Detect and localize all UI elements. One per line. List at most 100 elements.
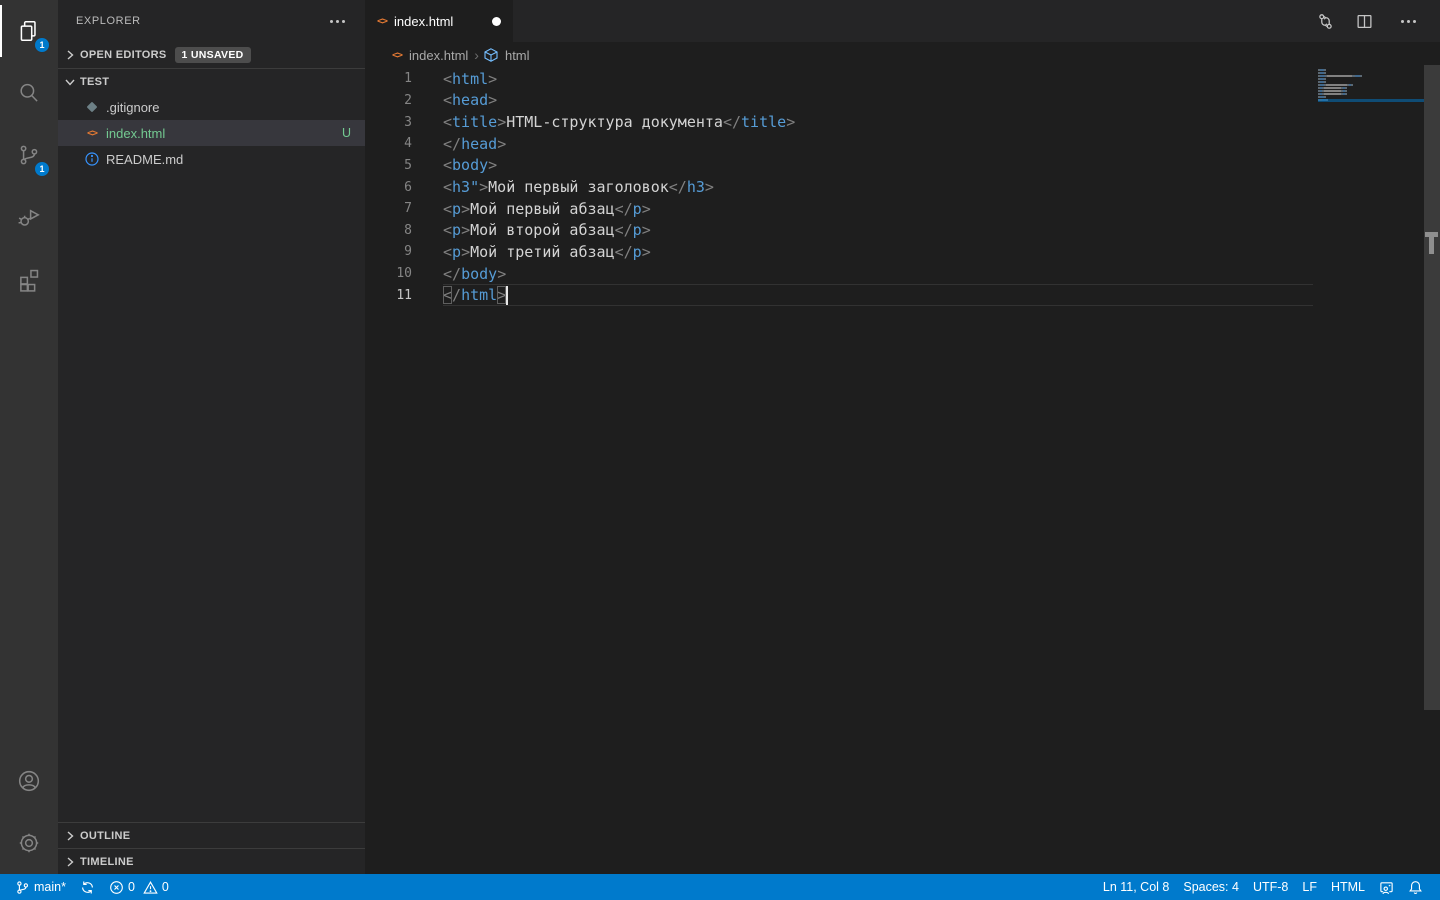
line-number[interactable]: 3	[365, 115, 412, 130]
code-line-9[interactable]: 9<p>Мой третий абзац</p>	[365, 241, 1440, 263]
line-number[interactable]: 7	[365, 201, 412, 216]
activity-item-accounts[interactable]	[0, 750, 58, 812]
activity-item-settings[interactable]	[0, 812, 58, 874]
code-line-1[interactable]: 1 <html>	[365, 68, 1440, 90]
status-encoding[interactable]: UTF-8	[1246, 874, 1295, 900]
status-feedback[interactable]	[1372, 874, 1401, 900]
activity-item-source-control[interactable]: 1	[0, 124, 58, 186]
breadcrumb-file[interactable]: index.html	[409, 48, 468, 63]
account-icon	[16, 768, 42, 794]
sidebar-title: EXPLORER	[76, 15, 324, 27]
status-language-mode[interactable]: HTML	[1324, 874, 1372, 900]
tab-index-html[interactable]: index.html	[365, 0, 513, 42]
open-editors-header[interactable]: OPEN EDITORS 1 UNSAVED	[58, 42, 365, 68]
status-indentation[interactable]: Spaces: 4	[1176, 874, 1246, 900]
token: >	[786, 113, 795, 131]
minimap-line	[1318, 69, 1424, 71]
code-line-3[interactable]: 3<title>HTML-структура документа</title>	[365, 111, 1440, 133]
unsaved-badge: 1 UNSAVED	[175, 47, 251, 63]
code-line-5[interactable]: 5<body>	[365, 155, 1440, 177]
status-problems[interactable]: 00	[102, 874, 176, 900]
token: p	[633, 221, 642, 239]
line-number[interactable]: 1	[365, 71, 412, 86]
breadcrumb-symbol[interactable]: html	[505, 48, 530, 63]
file-item-.gitignore[interactable]: .gitignore	[58, 94, 365, 120]
status-label: Ln 11, Col 8	[1103, 880, 1169, 894]
line-number[interactable]: 6	[365, 180, 412, 195]
status-bar-left: main* 00	[0, 874, 176, 900]
editor-scrollbar[interactable]	[1424, 65, 1440, 710]
status-bar: main* 00 Ln 11, Col 8 Spaces: 4 UTF-8LFHTML	[0, 874, 1440, 900]
file-item-README.md[interactable]: README.md	[58, 146, 365, 172]
chevron-right-icon	[62, 47, 78, 63]
activity-item-explorer[interactable]: 1	[0, 0, 58, 62]
line-number[interactable]: 5	[365, 158, 412, 173]
warning-count: 0	[162, 880, 169, 894]
bell-icon	[1408, 880, 1423, 895]
token: p	[633, 243, 642, 261]
token: <	[443, 286, 452, 304]
code-line-10[interactable]: 10</body>	[365, 263, 1440, 285]
token: </	[615, 243, 633, 261]
search-icon	[16, 80, 42, 106]
token: Мой первый заголовок	[488, 178, 669, 196]
chevron-right-icon	[62, 828, 78, 844]
status-cursor-position[interactable]: Ln 11, Col 8	[1096, 874, 1176, 900]
status-notifications[interactable]	[1401, 874, 1430, 900]
unsaved-dot-icon[interactable]	[492, 17, 501, 26]
status-label: Spaces: 4	[1183, 880, 1239, 894]
line-number[interactable]: 9	[365, 244, 412, 259]
code-line-2[interactable]: 2<head>	[365, 90, 1440, 112]
token: >	[461, 200, 470, 218]
folder-header-test[interactable]: TEST	[58, 68, 365, 94]
token: >	[461, 221, 470, 239]
code-line-4[interactable]: 4</head>	[365, 133, 1440, 155]
code-text: <html>	[443, 70, 497, 88]
status-sync[interactable]	[73, 874, 102, 900]
line-number[interactable]: 2	[365, 93, 412, 108]
token: "	[470, 178, 479, 196]
code-line-11[interactable]: 11</html>	[365, 284, 1440, 306]
code-area: 1<html>2<head>3<title>HTML-структура док…	[365, 68, 1440, 874]
code-line-8[interactable]: 8<p>Мой второй абзац</p>	[365, 219, 1440, 241]
timeline-header[interactable]: TIMELINE	[58, 848, 365, 874]
line-number[interactable]: 11	[365, 288, 412, 303]
minimap-line	[1318, 81, 1424, 83]
token: >	[479, 178, 488, 196]
token: Мой второй абзац	[470, 221, 615, 239]
minimap-line	[1318, 72, 1424, 74]
token: >	[488, 70, 497, 88]
token: <	[443, 113, 452, 131]
token: <	[443, 178, 452, 196]
activity-item-run-debug[interactable]	[0, 186, 58, 248]
open-editors-label: OPEN EDITORS	[80, 49, 167, 61]
chevron-down-icon	[62, 74, 78, 90]
token: <	[443, 243, 452, 261]
html-file-icon	[392, 50, 402, 61]
status-eol[interactable]: LF	[1295, 874, 1324, 900]
file-tree: .gitignoreindex.htmlUREADME.md	[58, 94, 365, 172]
minimap[interactable]	[1318, 69, 1424, 102]
file-item-index.html[interactable]: index.htmlU	[58, 120, 365, 146]
activity-item-search[interactable]	[0, 62, 58, 124]
token: <	[443, 221, 452, 239]
split-editor-icon[interactable]	[1356, 13, 1373, 30]
status-bar-right: Ln 11, Col 8 Spaces: 4 UTF-8LFHTML	[1096, 874, 1440, 900]
line-number[interactable]: 8	[365, 223, 412, 238]
pointer-artifact	[1425, 232, 1438, 255]
token: >	[642, 200, 651, 218]
status-branch[interactable]: main*	[8, 874, 73, 900]
activity-item-extensions[interactable]	[0, 248, 58, 310]
code-line-7[interactable]: 7<p>Мой первый абзац</p>	[365, 198, 1440, 220]
token: p	[452, 200, 461, 218]
more-actions-icon[interactable]	[1395, 16, 1422, 27]
more-actions-icon[interactable]	[324, 16, 351, 27]
outline-header[interactable]: OUTLINE	[58, 822, 365, 848]
line-number[interactable]: 10	[365, 266, 412, 281]
open-changes-icon[interactable]	[1317, 13, 1334, 30]
token: <	[443, 200, 452, 218]
code-line-6[interactable]: 6<h3">Мой первый заголовок</h3>	[365, 176, 1440, 198]
code-text: <p>Мой второй абзац</p>	[443, 221, 651, 239]
token: </	[723, 113, 741, 131]
line-number[interactable]: 4	[365, 136, 412, 151]
